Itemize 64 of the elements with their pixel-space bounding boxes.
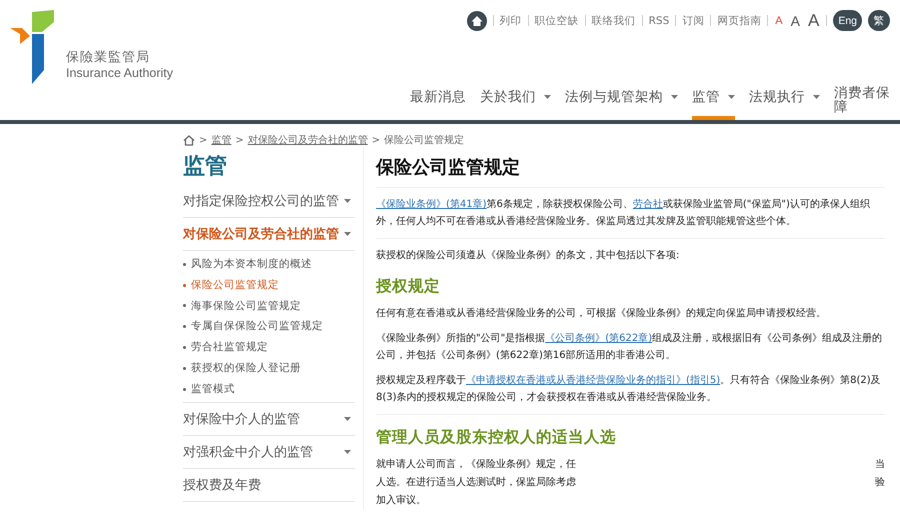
text-link[interactable]: 劳合社: [632, 199, 663, 210]
bullet-icon: [183, 262, 186, 266]
text-link[interactable]: 《保险业条例》(第41章): [376, 199, 487, 210]
bullet-icon: [183, 346, 186, 350]
sidebar-subitem[interactable]: 获授权的保险人登记册: [183, 358, 355, 379]
nav-item[interactable]: 法例与规管架构: [565, 88, 678, 120]
font-size-button[interactable]: A: [806, 10, 820, 30]
home-icon[interactable]: [466, 10, 487, 30]
paragraph-fragment: 人选。在进行适当人选测试时，保监局除考虑: [376, 476, 576, 490]
font-size-button[interactable]: A: [774, 14, 784, 26]
separator-text: >: [199, 135, 208, 146]
text-link[interactable]: 《申请授权在香港或从香港经营保险业务的指引》(指引5): [466, 375, 720, 386]
paragraph-fragment: 就申请人公司而言，《保险业条例》规定，任: [376, 458, 576, 472]
logo-text: 保險業監管局: [66, 49, 151, 66]
sidebar-item[interactable]: 授权费及年费: [183, 468, 355, 501]
sidebar-item[interactable]: 对指定保险控权公司的监管: [183, 185, 355, 217]
nav-item[interactable]: 最新消息: [410, 88, 466, 120]
sidebar-title: 监管: [183, 153, 228, 181]
sidebar-item[interactable]: 对保险中介人的监管: [183, 402, 355, 435]
language-button[interactable]: 繁: [868, 10, 890, 31]
paragraph: 授权规定及程序载于《申请授权在香港或从香港经营保险业务的指引》(指引5)。只有符合《保险业条例》第8(2)及8(3)条内的授权规定的保险公司，才会获授权在香港或从香港经营保险业务。: [376, 374, 882, 405]
paragraph: 《保险业条例》(第41章)第6条规定，除获授权保险公司、劳合社或获保险业监管局("保监局")认可的承保人组织外，任何人均不可在香港或从香港经营保险业务。保监局透过其发牌及监管职能规管这些个体。: [376, 198, 871, 229]
utility-link[interactable]: 联络我们: [592, 14, 636, 28]
page-title: 保险公司监管规定: [376, 155, 885, 188]
separator-text: >: [235, 135, 244, 146]
font-size-button[interactable]: A: [790, 12, 801, 28]
utility-link[interactable]: 列印: [500, 14, 522, 28]
language-button[interactable]: Eng: [833, 10, 862, 31]
utility-link[interactable]: 网页指南: [717, 14, 762, 28]
sidebar-subitem[interactable]: 专属自保保险公司监管规定: [183, 316, 355, 338]
paragraph-fragment: 验: [875, 476, 885, 490]
breadcrumb-link[interactable]: 监管: [211, 134, 232, 147]
sidebar-subitem[interactable]: 海事保险公司监管规定: [183, 296, 355, 316]
sidebar-subitem[interactable]: 风险为本资本制度的概述: [183, 254, 355, 275]
section-heading: 管理人员及股东控权人的适当人选: [376, 427, 617, 448]
utility-link[interactable]: 职位空缺: [534, 14, 579, 28]
sidebar-subitem[interactable]: 保险公司监管规定: [183, 274, 355, 296]
sidebar-item[interactable]: 对强积金中介人的监管: [183, 436, 355, 468]
bullet-icon: [183, 304, 186, 308]
utility-link[interactable]: RSS: [648, 14, 670, 26]
bullet-icon: [183, 366, 186, 370]
breadcrumb-link[interactable]: 对保险公司及劳合社的监管: [248, 134, 368, 147]
paragraph: 《保险业条例》所指的"公司"是指根据《公司条例》(第622章)组成及注册，或根据旧有《公司条例》组成及注册的公司，并包括《公司条例》(第622章)第16部所适用的非香港公司。: [376, 332, 884, 363]
utility-link[interactable]: 订阅: [682, 14, 704, 28]
bullet-icon: [183, 388, 186, 391]
bullet-icon: [183, 325, 186, 328]
nav-item[interactable]: 法规执行: [749, 88, 820, 120]
home-icon[interactable]: [183, 135, 195, 146]
paragraph: 任何有意在香港或从香港经营保险业务的公司，可根据《保险业条例》的规定向保监局申请授权经营。: [376, 306, 827, 321]
section-heading: 授权规定: [376, 276, 441, 297]
paragraph-fragment: 当: [875, 458, 885, 472]
nav-item[interactable]: 关於我们: [480, 88, 551, 120]
breadcrumb-link[interactable]: 保险公司监管规定: [384, 134, 464, 147]
separator-text: >: [372, 135, 380, 146]
paragraph: 获授权的保险公司须遵从《保险业条例》的条文，其中包括以下各项:: [376, 248, 680, 263]
sidebar-subitem[interactable]: 监管模式: [183, 378, 355, 400]
sidebar-subitem[interactable]: 劳合社监管规定: [183, 337, 355, 358]
nav-item[interactable]: 消费者保障: [834, 86, 890, 120]
text-link[interactable]: 《公司条例》(第622章): [545, 333, 652, 344]
bullet-icon: [183, 284, 186, 287]
sidebar-item[interactable]: 对保险公司及劳合社的监管: [183, 218, 355, 250]
paragraph-fragment: 加入审议。: [376, 494, 426, 508]
nav-item[interactable]: 监管: [692, 88, 735, 120]
logo-text: Insurance Authority: [66, 66, 174, 80]
